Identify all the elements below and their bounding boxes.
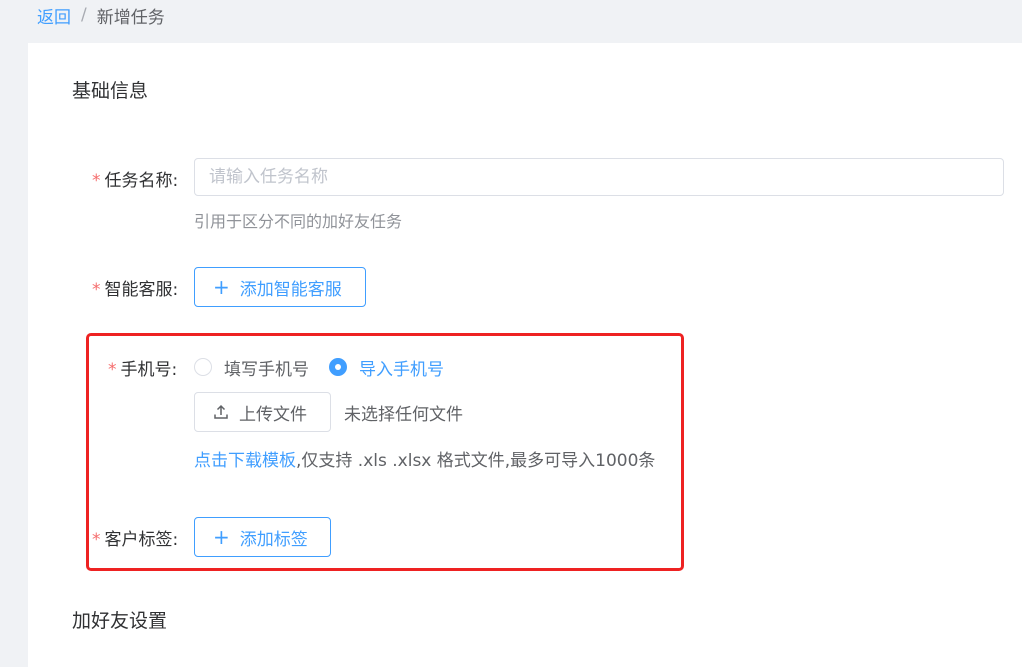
phone-label: * 手机号: bbox=[108, 355, 177, 380]
phone-label-text: 手机号: bbox=[120, 360, 178, 380]
radio-fill-phone[interactable]: 填写手机号 bbox=[194, 355, 309, 380]
task-name-input[interactable] bbox=[194, 158, 1004, 196]
smart-service-label-text: 智能客服: bbox=[104, 280, 179, 300]
template-note: ,仅支持 .xls .xlsx 格式文件,最多可导入1000条 bbox=[296, 451, 656, 471]
breadcrumb: 返回 / 新增任务 bbox=[37, 3, 165, 28]
task-name-hint: 引用于区分不同的加好友任务 bbox=[194, 212, 403, 231]
task-name-label: * 任务名称: bbox=[92, 166, 178, 191]
plus-icon: + bbox=[213, 525, 230, 549]
add-smart-service-button[interactable]: + 添加智能客服 bbox=[194, 267, 366, 307]
add-tag-button[interactable]: + 添加标签 bbox=[194, 517, 331, 557]
phone-source-radio-group: 填写手机号 导入手机号 bbox=[194, 355, 464, 380]
radio-circle bbox=[194, 358, 212, 376]
add-tag-label: 添加标签 bbox=[239, 529, 308, 550]
radio-label: 填写手机号 bbox=[224, 359, 309, 380]
section-title-basic: 基础信息 bbox=[72, 80, 149, 102]
back-link[interactable]: 返回 bbox=[37, 3, 71, 28]
plus-icon: + bbox=[213, 275, 230, 299]
radio-label: 导入手机号 bbox=[359, 359, 444, 380]
required-mark: * bbox=[92, 530, 101, 550]
required-mark: * bbox=[108, 360, 117, 380]
customer-tag-label: * 客户标签: bbox=[92, 525, 178, 550]
upload-file-label: 上传文件 bbox=[239, 404, 307, 425]
section-title-add-friend: 加好友设置 bbox=[72, 610, 168, 632]
download-template-link[interactable]: 点击下载模板 bbox=[194, 451, 296, 471]
radio-circle-checked bbox=[329, 358, 347, 376]
required-mark: * bbox=[92, 171, 101, 191]
required-mark: * bbox=[92, 280, 101, 300]
task-name-label-text: 任务名称: bbox=[104, 171, 179, 191]
add-smart-service-label: 添加智能客服 bbox=[239, 279, 342, 300]
customer-tag-label-text: 客户标签: bbox=[104, 530, 179, 550]
form-card: 基础信息 *任务名称: 引用于区分不同的加好友任务 *智能客服: + 添加智能客… bbox=[28, 43, 1022, 667]
breadcrumb-separator: / bbox=[81, 5, 87, 25]
smart-service-label: * 智能客服: bbox=[92, 275, 178, 300]
upload-icon bbox=[214, 404, 228, 419]
radio-import-phone[interactable]: 导入手机号 bbox=[329, 355, 444, 380]
no-file-text: 未选择任何文件 bbox=[344, 405, 463, 425]
breadcrumb-current: 新增任务 bbox=[96, 7, 165, 28]
upload-file-button[interactable]: 上传文件 bbox=[194, 392, 331, 432]
template-line: 点击下载模板,仅支持 .xls .xlsx 格式文件,最多可导入1000条 bbox=[194, 446, 655, 471]
